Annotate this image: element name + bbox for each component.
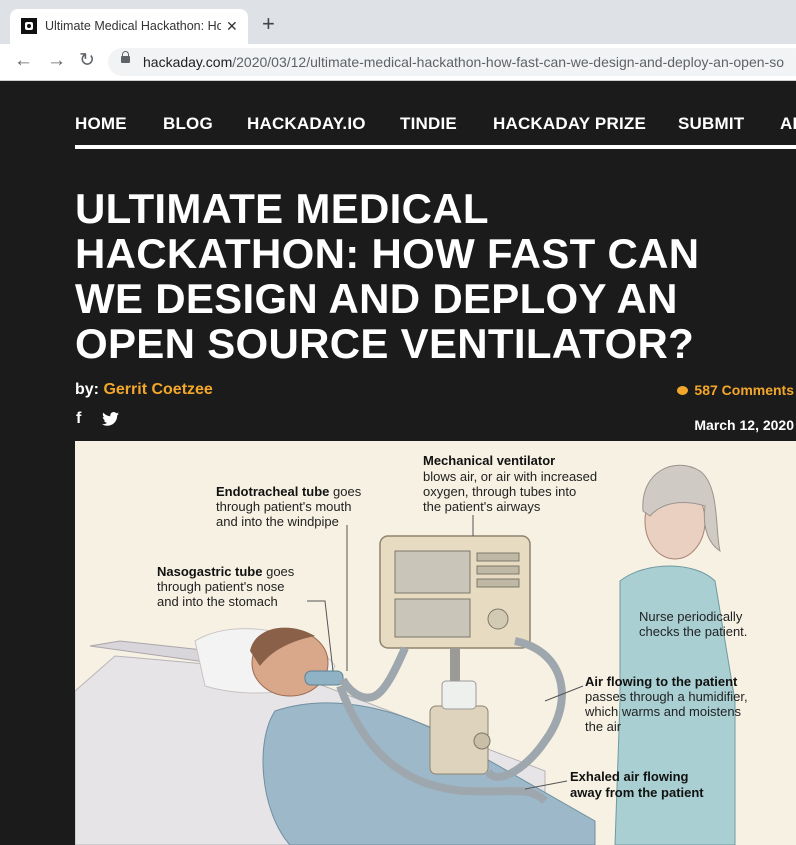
- facebook-icon[interactable]: f: [76, 410, 81, 427]
- browser-tab[interactable]: Ultimate Medical Hackathon: How ✕: [10, 9, 248, 44]
- publish-date: March 12, 2020: [694, 417, 794, 433]
- label-naso-line2: through patient's nose: [157, 579, 285, 594]
- forward-arrow-icon[interactable]: →: [47, 51, 66, 71]
- tab-title: Ultimate Medical Hackathon: How: [45, 19, 221, 33]
- browser-toolbar: ← → ↻ hackaday.com/2020/03/12/ultimate-m…: [0, 44, 796, 81]
- label-mech-line2: oxygen, through tubes into: [423, 484, 576, 499]
- label-mechanical-ventilator: Mechanical ventilator: [423, 453, 555, 468]
- ventilator-illustration: Mechanical ventilator blows air, or air …: [75, 441, 796, 845]
- label-air-flowing: Air flowing to the patient: [585, 674, 738, 689]
- author-link[interactable]: Gerrit Coetzee: [103, 381, 212, 398]
- nav-submit[interactable]: SUBMIT: [678, 114, 744, 134]
- ventilator-knob: [487, 608, 509, 630]
- label-air-line3: the air: [585, 719, 622, 734]
- humidifier-dial: [473, 732, 491, 750]
- url-text[interactable]: hackaday.com/2020/03/12/ultimate-medical…: [143, 54, 784, 70]
- label-endo-line2: through patient's mouth: [216, 499, 351, 514]
- ventilator-screen-top: [394, 550, 471, 594]
- label-exhaled-line1: Exhaled air flowing: [570, 769, 689, 784]
- reload-icon[interactable]: ↻: [79, 51, 95, 71]
- label-air-line1: passes through a humidifier,: [585, 689, 748, 704]
- comments-count: 587 Comments: [694, 382, 794, 398]
- label-mech-line1: blows air, or air with increased: [423, 469, 597, 484]
- share-icons: f: [76, 410, 119, 428]
- back-arrow-icon[interactable]: ←: [14, 51, 33, 71]
- label-nurse-line1: Nurse periodically: [639, 609, 743, 624]
- mouth-guard: [304, 670, 344, 686]
- nav-about[interactable]: AB: [780, 114, 796, 134]
- label-exhaled-line2: away from the patient: [570, 785, 704, 800]
- label-nasogastric-line1: Nasogastric tube goes: [157, 564, 295, 579]
- by-label: by:: [75, 381, 99, 398]
- hackaday-favicon-icon: [21, 18, 37, 34]
- lock-icon: [121, 51, 130, 63]
- nav-divider: [75, 145, 796, 149]
- label-endotracheal-line1: Endotracheal tube goes: [216, 484, 362, 499]
- article-title: Ultimate Medical Hackathon: How Fast Can…: [75, 185, 700, 367]
- comment-bubble-icon: [677, 386, 689, 395]
- nav-blog[interactable]: BLOG: [163, 114, 213, 134]
- ventilator-buttons-2: [476, 565, 520, 575]
- close-tab-icon[interactable]: ✕: [226, 17, 238, 35]
- byline: by: Gerrit Coetzee: [75, 381, 213, 399]
- humidifier-chamber: [441, 680, 477, 710]
- nav-hackaday-prize[interactable]: HACKADAY PRIZE: [493, 114, 646, 134]
- label-endo-line3: and into the windpipe: [216, 514, 339, 529]
- twitter-icon[interactable]: [102, 412, 119, 426]
- nav-home[interactable]: HOME: [75, 114, 127, 134]
- address-bar[interactable]: hackaday.com/2020/03/12/ultimate-medical…: [108, 48, 796, 76]
- label-air-line2: which warms and moistens: [584, 704, 742, 719]
- ventilator-diagram: Mechanical ventilator blows air, or air …: [75, 453, 748, 845]
- new-tab-button[interactable]: +: [262, 13, 275, 35]
- inspiratory-tube: [339, 646, 409, 702]
- nav-hackaday-io[interactable]: HACKADAY.IO: [247, 114, 366, 134]
- comments-link[interactable]: 587 Comments: [677, 382, 794, 398]
- label-nurse-line2: checks the patient.: [639, 624, 747, 639]
- nav-tindie[interactable]: TINDIE: [400, 114, 457, 134]
- site-navigation: HOME BLOG HACKADAY.IO TINDIE HACKADAY PR…: [75, 114, 796, 136]
- ventilator-buttons-1: [476, 552, 520, 562]
- label-mech-line3: the patient's airways: [423, 499, 541, 514]
- ventilator-screen-bottom: [394, 598, 471, 638]
- browser-tab-strip: Ultimate Medical Hackathon: How ✕ +: [0, 0, 796, 44]
- label-naso-line3: and into the stomach: [157, 594, 278, 609]
- ventilator-buttons-3: [476, 578, 520, 588]
